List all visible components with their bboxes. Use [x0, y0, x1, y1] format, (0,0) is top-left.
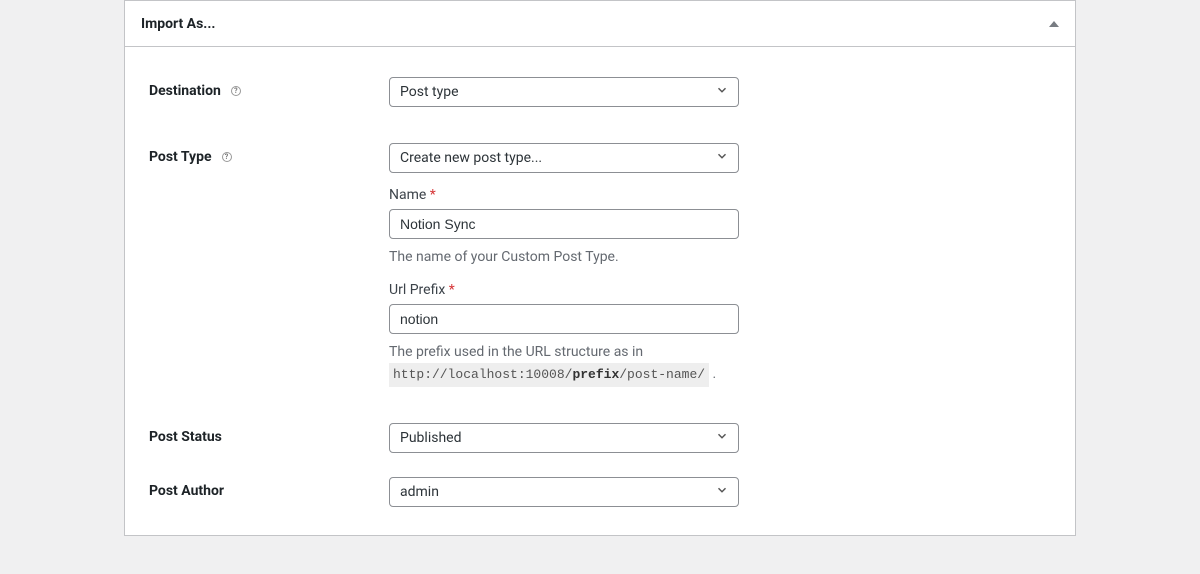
post-type-select-wrap: Create new post type...: [389, 143, 739, 173]
panel-body: Destination ? Post type Post Type ? Crea…: [125, 47, 1075, 535]
post-type-row: Post Type ? Create new post type... Name…: [149, 143, 1051, 387]
url-label: Url Prefix: [389, 282, 449, 298]
panel-header[interactable]: Import As...: [125, 1, 1075, 47]
help-icon[interactable]: ?: [231, 86, 241, 96]
destination-label: Destination: [149, 83, 221, 99]
url-example-post: /post-name/: [619, 367, 705, 382]
url-help: The prefix used in the URL structure as …: [389, 342, 739, 387]
post-status-select-wrap: Published: [389, 423, 739, 453]
post-author-label: Post Author: [149, 483, 224, 499]
post-author-row: Post Author admin: [149, 477, 1051, 507]
import-as-panel: Import As... Destination ? Post type Pos…: [124, 0, 1076, 536]
post-author-select-wrap: admin: [389, 477, 739, 507]
post-type-label: Post Type: [149, 149, 212, 165]
required-marker: *: [449, 282, 455, 298]
url-example-pre: http://localhost:10008/: [393, 367, 572, 382]
name-subfield: Name * The name of your Custom Post Type…: [389, 187, 739, 268]
destination-label-wrap: Destination ?: [149, 77, 389, 99]
post-type-control: Create new post type... Name * The name …: [389, 143, 739, 387]
name-label-wrap: Name *: [389, 187, 739, 203]
post-author-select[interactable]: admin: [389, 477, 739, 507]
url-help-suffix: .: [709, 366, 716, 382]
url-example-bold: prefix: [572, 367, 619, 382]
post-author-control: admin: [389, 477, 739, 507]
name-input[interactable]: [389, 209, 739, 239]
post-type-label-wrap: Post Type ?: [149, 143, 389, 165]
collapse-icon: [1049, 21, 1059, 27]
url-subfield: Url Prefix * The prefix used in the URL …: [389, 282, 739, 387]
url-example: http://localhost:10008/prefix/post-name/: [389, 363, 709, 387]
url-input[interactable]: [389, 304, 739, 334]
url-label-wrap: Url Prefix *: [389, 282, 739, 298]
destination-select-wrap: Post type: [389, 77, 739, 107]
required-marker: *: [430, 187, 436, 203]
post-status-label: Post Status: [149, 429, 222, 445]
post-type-select[interactable]: Create new post type...: [389, 143, 739, 173]
destination-select[interactable]: Post type: [389, 77, 739, 107]
name-label: Name: [389, 187, 430, 203]
post-status-row: Post Status Published: [149, 423, 1051, 453]
help-icon[interactable]: ?: [222, 152, 232, 162]
post-status-label-wrap: Post Status: [149, 423, 389, 445]
destination-row: Destination ? Post type: [149, 77, 1051, 107]
destination-control: Post type: [389, 77, 739, 107]
post-author-label-wrap: Post Author: [149, 477, 389, 499]
post-status-select[interactable]: Published: [389, 423, 739, 453]
name-help: The name of your Custom Post Type.: [389, 247, 739, 268]
post-status-control: Published: [389, 423, 739, 453]
url-help-prefix: The prefix used in the URL structure as …: [389, 344, 643, 360]
panel-title: Import As...: [141, 16, 215, 32]
